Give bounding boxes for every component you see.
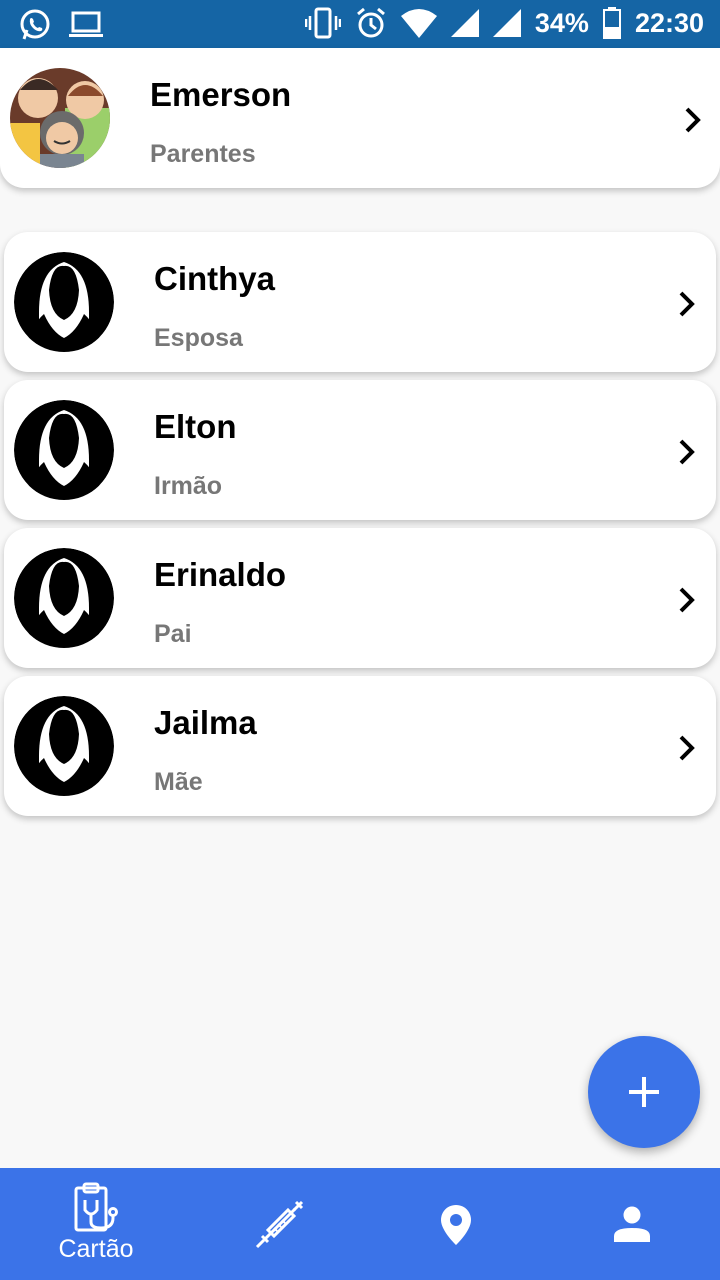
contact-name: Jailma bbox=[154, 704, 257, 741]
contact-avatar bbox=[14, 548, 114, 648]
wifi-icon bbox=[400, 9, 437, 38]
contact-avatar bbox=[14, 400, 114, 500]
whatsapp-icon bbox=[20, 9, 50, 40]
header-relation: Parentes bbox=[150, 140, 256, 168]
silhouette-icon bbox=[14, 252, 114, 352]
location-pin-icon bbox=[441, 1205, 471, 1245]
signal-icon bbox=[450, 9, 479, 37]
contact-name: Cinthya bbox=[154, 260, 276, 297]
family-group-icon bbox=[10, 68, 110, 168]
nav-item-cartao[interactable]: Cartão bbox=[6, 1168, 186, 1280]
silhouette-icon bbox=[14, 400, 114, 500]
contact-avatar bbox=[14, 252, 114, 352]
nav-label-cartao: Cartão bbox=[58, 1235, 134, 1263]
chevron-right-icon bbox=[679, 587, 695, 613]
contact-name: Elton bbox=[154, 408, 237, 445]
alarm-icon bbox=[356, 7, 385, 38]
chevron-right-icon bbox=[685, 107, 701, 133]
nav-item-vaccines[interactable] bbox=[190, 1168, 370, 1280]
group-avatar bbox=[10, 68, 110, 168]
silhouette-icon bbox=[14, 696, 114, 796]
vibrate-icon bbox=[304, 7, 341, 39]
contact-card[interactable]: Jailma Mãe bbox=[4, 676, 716, 816]
battery-icon bbox=[602, 7, 621, 39]
chevron-right-icon bbox=[679, 439, 695, 465]
header-name: Emerson bbox=[150, 76, 292, 113]
contact-name: Erinaldo bbox=[154, 556, 287, 593]
signal-icon-2 bbox=[492, 9, 521, 37]
contact-card[interactable]: Erinaldo Pai bbox=[4, 528, 716, 668]
add-contact-button[interactable] bbox=[588, 1036, 700, 1148]
nav-item-location[interactable] bbox=[366, 1168, 546, 1280]
bottom-nav: Cartão bbox=[0, 1168, 720, 1280]
nav-item-profile[interactable] bbox=[542, 1168, 720, 1280]
contact-relation: Irmão bbox=[154, 472, 223, 500]
status-bar: 34% 22:30 bbox=[0, 0, 720, 48]
syringe-icon bbox=[255, 1200, 304, 1249]
clipboard-stethoscope-icon bbox=[74, 1182, 118, 1232]
person-icon bbox=[614, 1206, 650, 1242]
chevron-right-icon bbox=[679, 735, 695, 761]
clock: 22:30 bbox=[634, 7, 704, 38]
contact-card[interactable]: Elton Irmão bbox=[4, 380, 716, 520]
contact-relation: Esposa bbox=[154, 324, 243, 352]
laptop-icon bbox=[69, 11, 103, 37]
header-card[interactable]: Emerson Parentes bbox=[0, 48, 720, 188]
contact-card[interactable]: Cinthya Esposa bbox=[4, 232, 716, 372]
contact-relation: Pai bbox=[154, 620, 192, 648]
chevron-right-icon bbox=[679, 291, 695, 317]
plus-icon-vertical bbox=[642, 1077, 646, 1107]
silhouette-icon bbox=[14, 548, 114, 648]
battery-percent: 34% bbox=[534, 7, 589, 38]
contact-relation: Mãe bbox=[154, 768, 203, 796]
contact-avatar bbox=[14, 696, 114, 796]
